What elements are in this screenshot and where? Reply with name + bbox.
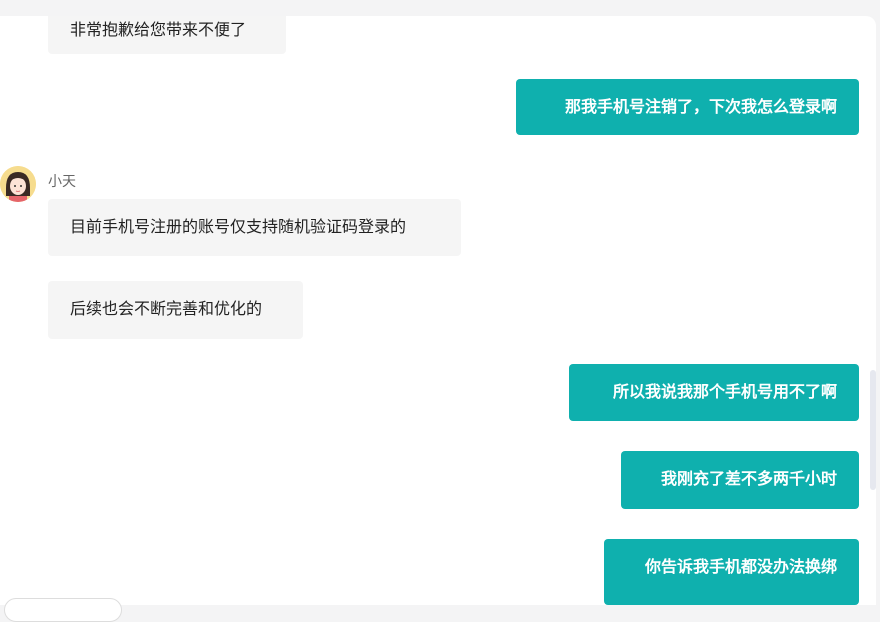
bottom-input-pill[interactable] xyxy=(4,598,122,622)
user-message-bubble: 我刚充了差不多两千小时 xyxy=(621,451,859,509)
avatar-girl-icon xyxy=(0,166,36,202)
agent-message-bubble: 后续也会不断完善和优化的 xyxy=(48,281,303,339)
user-message-bubble: 所以我说我那个手机号用不了啊 xyxy=(569,364,859,421)
agent-message-bubble: 目前手机号注册的账号仅支持随机验证码登录的 xyxy=(48,199,461,256)
agent-message-bubble: 非常抱歉给您带来不便了 xyxy=(48,16,286,54)
user-message-bubble: 那我手机号注销了，下次我怎么登录啊 xyxy=(516,79,859,135)
chat-panel: 非常抱歉给您带来不便了 那我手机号注销了，下次我怎么登录啊 小天 目前手机号注册… xyxy=(0,16,876,605)
user-message-bubble: 你告诉我手机都没办法换绑 xyxy=(604,539,859,605)
chat-scrollbar[interactable] xyxy=(870,370,876,490)
agent-avatar[interactable] xyxy=(0,166,36,202)
agent-name: 小天 xyxy=(48,174,76,190)
